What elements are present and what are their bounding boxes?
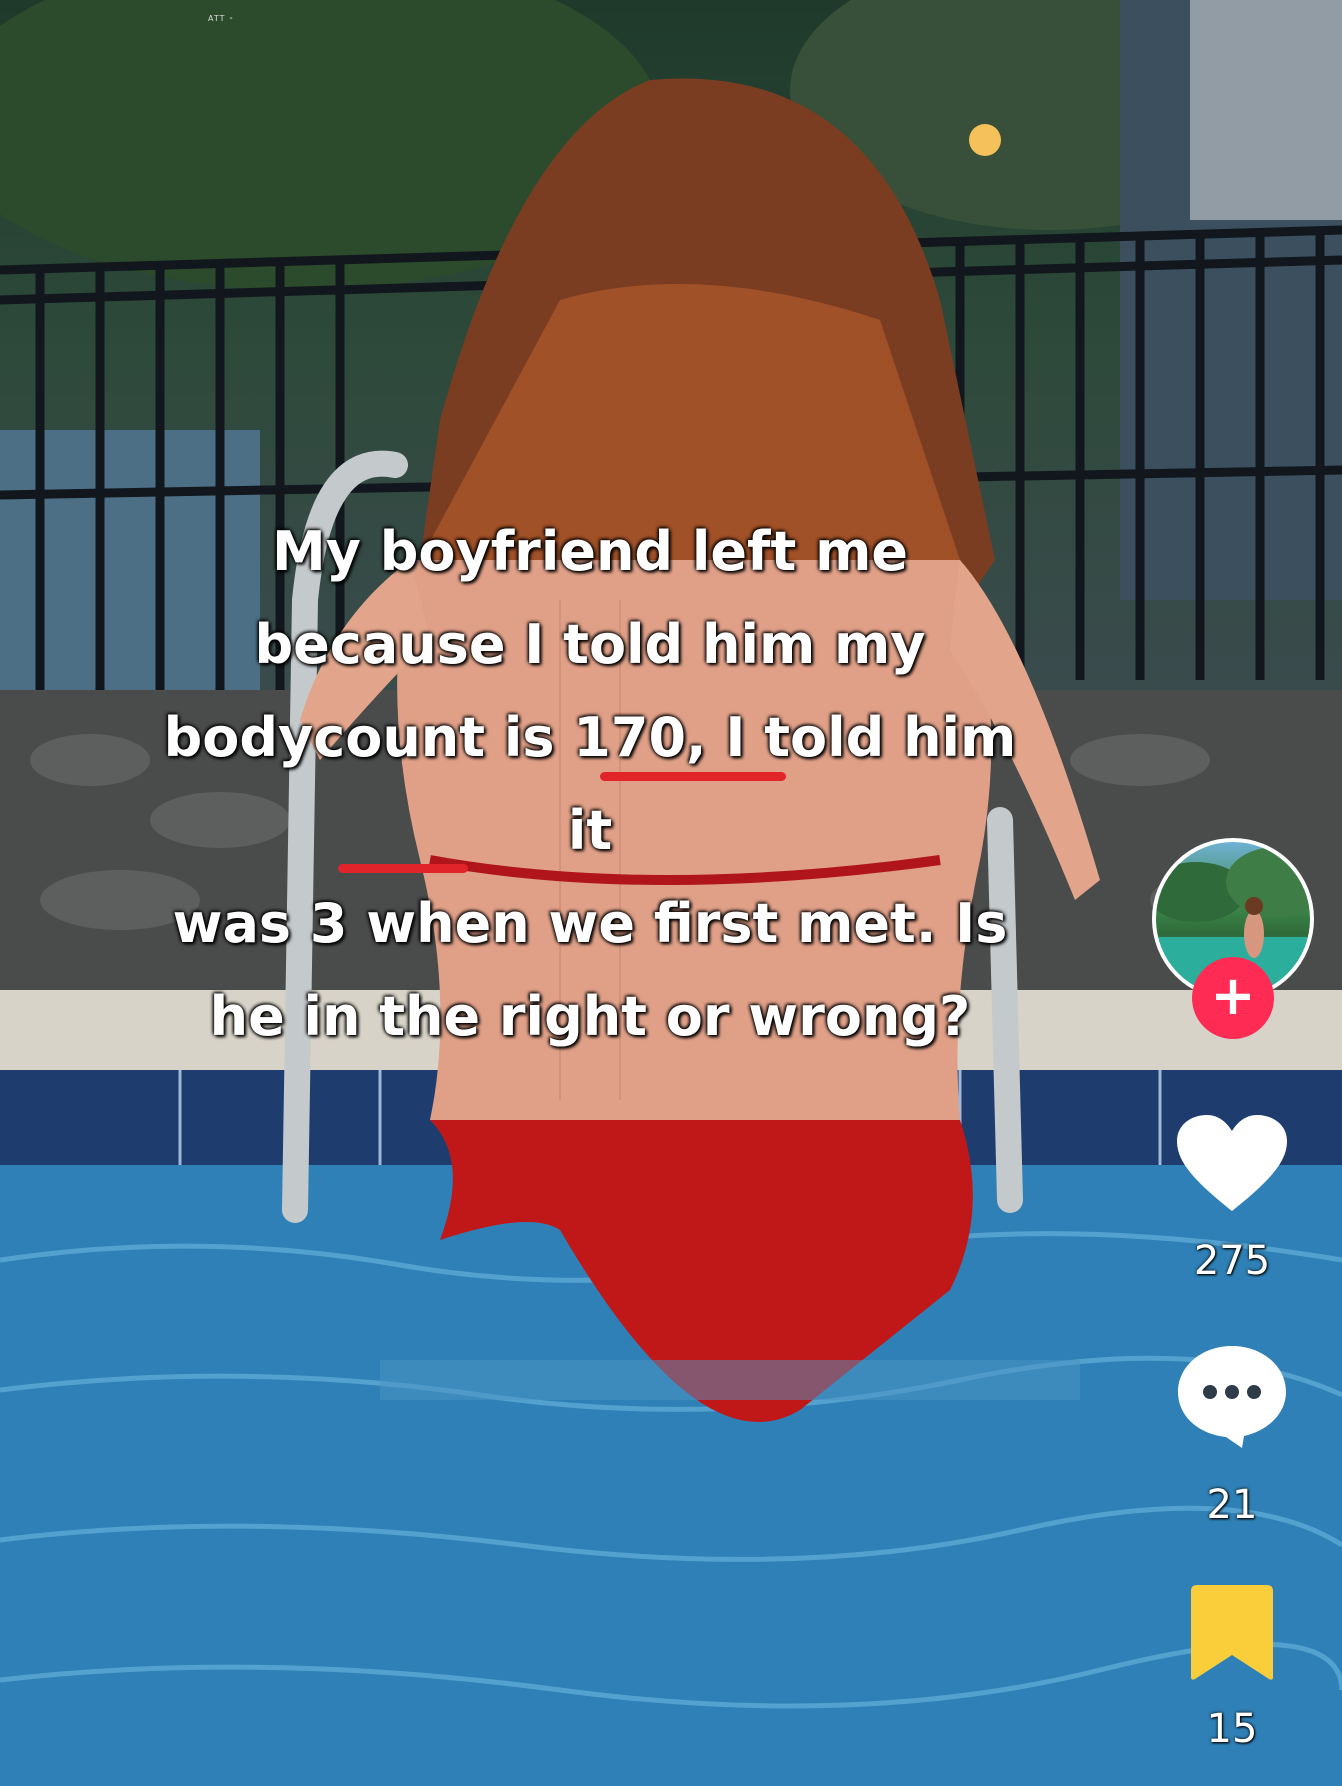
- status-bar-text: ATT ⁃: [208, 14, 235, 23]
- comments-count: 21: [1206, 1482, 1258, 1528]
- caption-underline-170: [600, 772, 786, 781]
- saves-count: 15: [1206, 1706, 1258, 1752]
- caption-underline-3: [338, 864, 468, 873]
- heart-icon: [1177, 1115, 1287, 1211]
- like-button[interactable]: [1170, 1115, 1294, 1219]
- likes-count: 275: [1193, 1238, 1271, 1284]
- video-caption: My boyfriend left me because I told him …: [150, 505, 1030, 1063]
- save-button[interactable]: [1170, 1585, 1294, 1685]
- bookmark-icon: [1191, 1585, 1273, 1680]
- caption-line: bodycount is 170, I told him it: [163, 706, 1017, 862]
- caption-line: because I told him my: [254, 613, 926, 676]
- caption-line: he in the right or wrong?: [209, 985, 971, 1048]
- caption-line: My boyfriend left me: [272, 520, 908, 583]
- comment-button[interactable]: [1170, 1344, 1294, 1454]
- caption-line: was 3 when we first met. Is: [172, 892, 1008, 955]
- comment-icon: [1178, 1346, 1286, 1448]
- follow-button[interactable]: +: [1192, 957, 1274, 1039]
